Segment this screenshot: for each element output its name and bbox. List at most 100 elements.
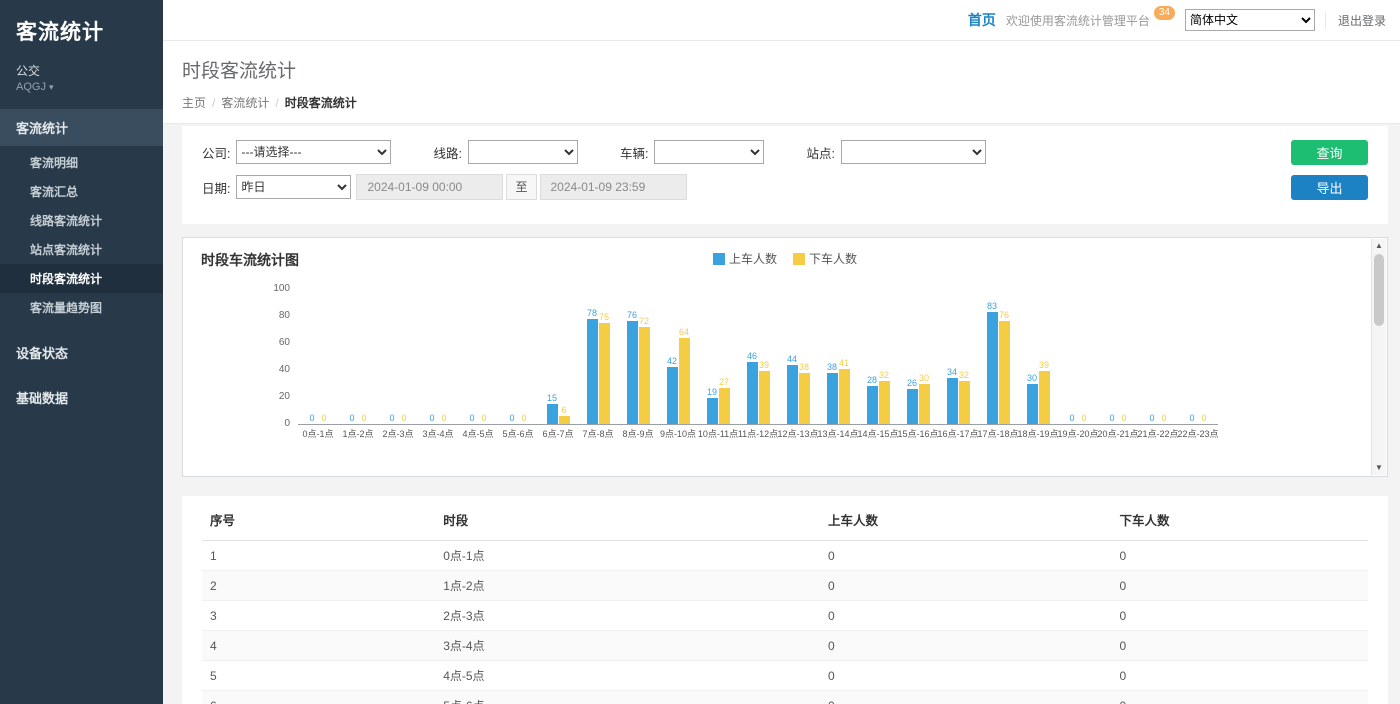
bar-group: 00 [378,290,418,424]
bar-group: 00 [458,290,498,424]
bar-value-label: 0 [321,413,326,423]
sidebar-item-passenger-detail[interactable]: 客流明细 [0,148,163,177]
y-axis-tick: 0 [284,419,290,429]
bar-wrap: 76 [999,310,1010,424]
sidebar-item-passenger-summary[interactable]: 客流汇总 [0,177,163,206]
export-button[interactable]: 导出 [1291,175,1368,200]
sidebar-item-trend-chart[interactable]: 客流量趋势图 [0,293,163,322]
bar-group: 3432 [938,290,978,424]
table-cell: 5 [202,661,435,691]
sidebar-item-station-stats[interactable]: 站点客流统计 [0,235,163,264]
bar [1027,384,1038,425]
bar-wrap: 26 [907,378,918,424]
table-cell: 0 [1111,571,1368,601]
bar-wrap: 78 [587,308,598,424]
bar-wrap: 0 [1119,413,1130,424]
bar-value-label: 30 [919,373,929,383]
x-axis-label: 14点-15点 [858,428,898,441]
plot-area: 0000000000001567875767242641927463944383… [298,290,1218,441]
bar-wrap: 0 [1067,413,1078,424]
notification-badge[interactable]: 34 [1154,6,1175,20]
home-link[interactable]: 首页 [968,10,996,30]
query-button[interactable]: 查询 [1291,140,1368,165]
x-axis-label: 8点-9点 [618,428,658,441]
filter-panel: 公司: ---请选择--- 线路: 车辆: [182,126,1388,224]
legend-item-alighting[interactable]: 下车人数 [793,250,857,267]
bar-wrap: 19 [707,387,718,424]
bar-wrap: 0 [1147,413,1158,424]
table-row: 43点-4点00 [202,631,1368,661]
chevron-down-icon: ▾ [49,82,54,92]
bar-group: 00 [298,290,338,424]
welcome-text: 欢迎使用客流统计管理平台 [1006,12,1150,29]
sidebar-item-device-status[interactable]: 设备状态 [0,332,163,373]
sidebar-item-period-stats[interactable]: 时段客流统计 [0,264,163,293]
bar-wrap: 0 [399,413,410,424]
bar-value-label: 15 [547,393,557,403]
bar [1039,371,1050,424]
table-row: 21点-2点00 [202,571,1368,601]
bar-value-label: 78 [587,308,597,318]
topbar: 首页 欢迎使用客流统计管理平台 34 简体中文 退出登录 [163,0,1400,41]
bar-value-label: 0 [481,413,486,423]
bar [599,323,610,424]
company-select[interactable]: ---请选择--- [236,140,391,164]
vehicle-label: 车辆: [620,143,648,162]
bar-value-label: 0 [1189,413,1194,423]
vehicle-select[interactable] [654,140,764,164]
scroll-up-icon[interactable]: ▲ [1372,239,1386,253]
line-select[interactable] [468,140,578,164]
station-select[interactable] [841,140,986,164]
date-preset-select[interactable]: 昨日 [236,175,351,199]
chart-scrollbar[interactable]: ▲ ▼ [1371,239,1386,475]
x-axis-label: 15点-16点 [898,428,938,441]
bar-group: 00 [498,290,538,424]
bar-value-label: 0 [521,413,526,423]
bar-wrap: 0 [307,413,318,424]
bar-value-label: 64 [679,327,689,337]
breadcrumb-home[interactable]: 主页 [182,96,206,110]
table-header-cell: 下车人数 [1111,498,1368,541]
sidebar-item-line-stats[interactable]: 线路客流统计 [0,206,163,235]
language-select[interactable]: 简体中文 [1185,9,1315,31]
x-axis-label: 1点-2点 [338,428,378,441]
table-cell: 2 [202,571,435,601]
bar [879,381,890,424]
bar-value-label: 0 [429,413,434,423]
legend-label-boarding: 上车人数 [729,250,777,267]
bar-wrap: 39 [759,360,770,424]
bar-value-label: 38 [827,362,837,372]
scroll-down-icon[interactable]: ▼ [1372,461,1386,475]
bar-value-label: 0 [361,413,366,423]
bar-group: 4264 [658,290,698,424]
breadcrumb-passenger-stats[interactable]: 客流统计 [221,96,269,110]
bar [827,373,838,424]
org-code-label: AQGJ [16,81,46,93]
bar-group: 3039 [1018,290,1058,424]
bar-value-label: 0 [401,413,406,423]
app-title: 客流统计 [0,0,163,54]
bar-group: 00 [338,290,378,424]
x-axis-label: 3点-4点 [418,428,458,441]
sidebar-item-passenger-stats[interactable]: 客流统计 [0,109,163,146]
date-to-input[interactable] [540,174,687,200]
line-label: 线路: [433,143,461,162]
date-from-input[interactable] [356,174,503,200]
table-cell: 0 [820,541,1112,571]
table-cell: 3 [202,601,435,631]
x-axis-label: 18点-19点 [1018,428,1058,441]
sidebar-submenu: 客流明细 客流汇总 线路客流统计 站点客流统计 时段客流统计 客流量趋势图 [0,146,163,328]
bar-wrap: 72 [639,316,650,424]
logout-link[interactable]: 退出登录 [1325,12,1386,29]
filter-row-1: 公司: ---请选择--- 线路: 车辆: [202,140,1368,164]
sidebar-item-base-data[interactable]: 基础数据 [0,377,163,418]
bar [999,321,1010,424]
x-axis-label: 4点-5点 [458,428,498,441]
table-cell: 4 [202,631,435,661]
bar-wrap: 0 [387,413,398,424]
legend-item-boarding[interactable]: 上车人数 [713,250,777,267]
org-selector[interactable]: AQGJ▾ [0,81,163,109]
bar-value-label: 38 [799,362,809,372]
bar-value-label: 76 [627,310,637,320]
scrollbar-thumb[interactable] [1374,254,1384,326]
